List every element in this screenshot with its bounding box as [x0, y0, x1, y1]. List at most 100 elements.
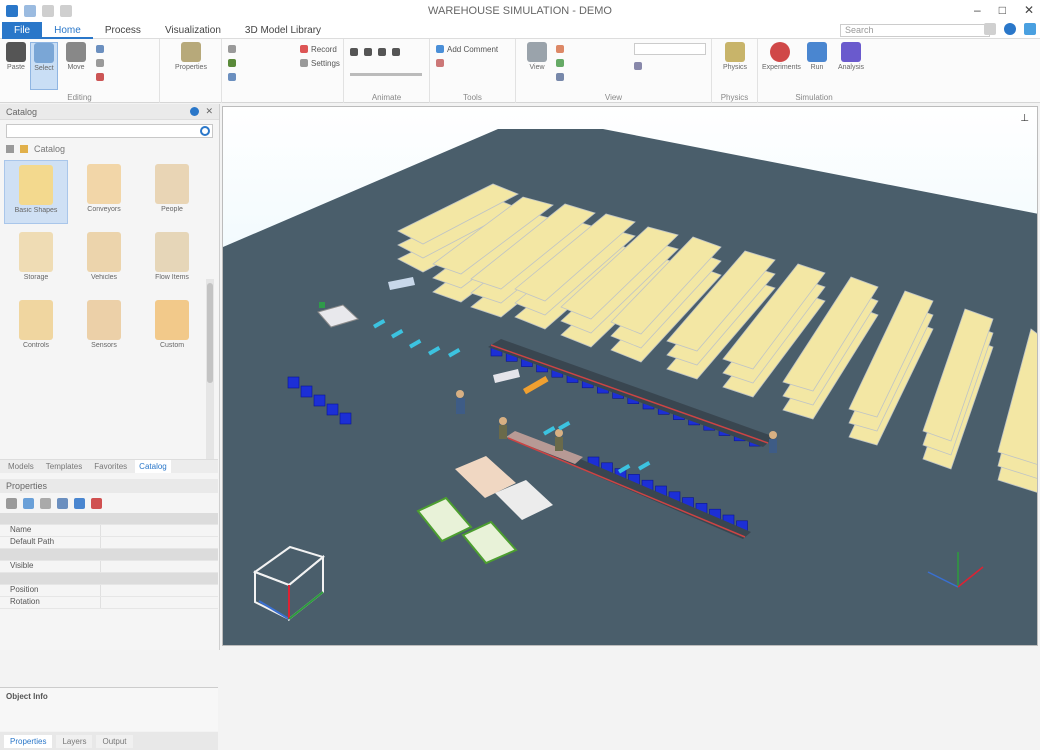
properties-toolbar	[0, 493, 218, 513]
group-tools: Add Comment Tools	[430, 39, 516, 103]
property-row[interactable]: Default Path	[0, 537, 218, 549]
breadcrumb: Catalog	[6, 142, 213, 156]
bottom-tabs: Properties Layers Output	[0, 732, 218, 750]
group-simulation-label: Simulation	[795, 93, 833, 102]
move-button[interactable]: Move	[62, 42, 90, 71]
group-view-label: View	[604, 93, 623, 102]
layers-button[interactable]	[634, 61, 642, 71]
group-tools-label: Tools	[463, 93, 482, 102]
sort-icon[interactable]	[6, 497, 17, 509]
tab-favorites[interactable]: Favorites	[90, 460, 131, 473]
analysis-button[interactable]: Analysis	[834, 42, 868, 71]
pin-icon[interactable]	[190, 107, 199, 116]
paste-button[interactable]: Paste	[2, 42, 30, 71]
tab-models[interactable]: Models	[4, 460, 38, 473]
library-tile[interactable]: Basic Shapes	[4, 160, 68, 224]
blue-bin	[287, 376, 300, 389]
maximize-icon[interactable]: □	[999, 3, 1006, 17]
select-button[interactable]: Select	[30, 42, 58, 90]
info-icon[interactable]	[1004, 23, 1016, 35]
camera-button[interactable]	[556, 44, 564, 54]
delete-icon[interactable]	[91, 497, 102, 509]
group-simulation: Experiments Run Analysis Simulation	[758, 39, 870, 103]
experiments-button[interactable]: Experiments	[762, 42, 801, 71]
description-panel: Object Info	[0, 687, 218, 731]
account-icon[interactable]	[1024, 23, 1036, 35]
properties-header: Properties	[0, 479, 218, 493]
run-button[interactable]: Run	[802, 42, 832, 71]
library-tabs: Models Templates Favorites Catalog	[0, 459, 218, 473]
library-tile[interactable]: Storage	[4, 228, 68, 292]
view-button[interactable]: View	[520, 42, 554, 71]
copy-button[interactable]	[96, 44, 104, 54]
blue-bin	[326, 403, 339, 416]
expand-icon[interactable]	[57, 497, 68, 509]
measure-button[interactable]	[436, 58, 444, 68]
blue-bin	[339, 412, 352, 425]
group-insert: Record Settings	[222, 39, 344, 103]
3d-viewport[interactable]: ⊥	[222, 106, 1038, 646]
record-button[interactable]: Record	[300, 44, 337, 54]
delete-button[interactable]	[96, 72, 104, 82]
library-scrollbar[interactable]	[206, 279, 214, 459]
property-row[interactable]: Name	[0, 525, 218, 537]
zoom-button[interactable]	[556, 58, 564, 68]
panel-close-icon[interactable]: ✕	[205, 106, 213, 117]
library-tile[interactable]: Conveyors	[72, 160, 136, 224]
tab-model-library[interactable]: 3D Model Library	[233, 22, 333, 39]
tab-properties[interactable]: Properties	[4, 734, 53, 748]
tab-layers[interactable]: Layers	[56, 734, 93, 748]
library-header-label: Catalog	[6, 107, 38, 117]
step-icon[interactable]	[378, 48, 386, 56]
library-tile[interactable]: People	[140, 160, 204, 224]
library-tile[interactable]: Flow Items	[140, 228, 204, 292]
add-comment-button[interactable]: Add Comment	[436, 44, 498, 54]
speed-slider[interactable]	[350, 73, 422, 76]
tab-visualization[interactable]: Visualization	[153, 22, 233, 39]
scene-canvas[interactable]	[223, 107, 1038, 646]
library-tile[interactable]: Custom	[140, 296, 204, 360]
grid-button[interactable]	[556, 72, 564, 82]
tab-templates[interactable]: Templates	[42, 460, 86, 473]
help-icon[interactable]	[984, 23, 996, 35]
property-row[interactable]: Position	[0, 585, 218, 597]
link-icon[interactable]	[74, 497, 85, 509]
add-path-button[interactable]	[228, 58, 236, 68]
left-panel: Catalog ✕ Catalog Basic Shapes Conveyors…	[0, 104, 220, 750]
tab-output[interactable]: Output	[96, 734, 133, 748]
view-dropdown[interactable]	[634, 43, 706, 55]
cut-button[interactable]	[96, 58, 104, 68]
settings-button[interactable]: Settings	[300, 58, 340, 68]
stop-icon[interactable]	[392, 48, 400, 56]
filter-icon[interactable]	[40, 497, 51, 509]
library-tile[interactable]: Controls	[4, 296, 68, 360]
property-category	[0, 549, 218, 561]
library-search-input[interactable]	[6, 124, 213, 138]
play-icon[interactable]	[364, 48, 372, 56]
tab-catalog[interactable]: Catalog	[135, 460, 171, 473]
group-properties: Properties	[160, 39, 222, 103]
window-title: WAREHOUSE SIMULATION - DEMO	[428, 5, 612, 17]
property-category	[0, 573, 218, 585]
tab-file[interactable]: File	[2, 21, 43, 39]
search-input[interactable]: Search	[840, 24, 990, 37]
physics-button[interactable]: Physics	[718, 42, 752, 71]
tab-row-icons	[984, 23, 1036, 35]
add-item-button[interactable]	[228, 44, 236, 54]
rewind-icon[interactable]	[350, 48, 358, 56]
property-row[interactable]: Rotation	[0, 597, 218, 609]
add-link-button[interactable]	[228, 72, 236, 82]
library-tile[interactable]: Sensors	[72, 296, 136, 360]
property-row[interactable]: Visible	[0, 561, 218, 573]
minimize-icon[interactable]: –	[974, 3, 981, 17]
close-icon[interactable]: ✕	[1024, 3, 1034, 17]
search-icon[interactable]	[200, 126, 210, 136]
library-tile[interactable]: Vehicles	[72, 228, 136, 292]
back-icon[interactable]	[6, 145, 14, 153]
tab-process[interactable]: Process	[93, 22, 153, 39]
viewport-pin-icon[interactable]: ⊥	[1020, 113, 1029, 124]
tab-home[interactable]: Home	[42, 22, 93, 39]
category-icon[interactable]	[23, 497, 34, 509]
properties-button[interactable]: Properties	[174, 42, 208, 71]
folder-icon	[20, 145, 28, 153]
